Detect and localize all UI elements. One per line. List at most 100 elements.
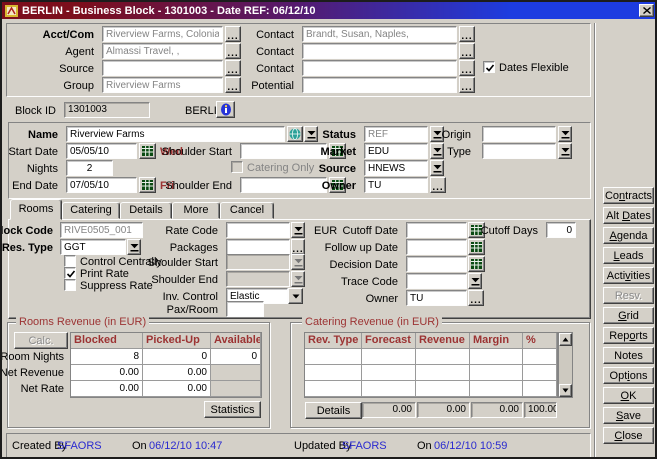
sidebar-button-activities[interactable]: Activities — [603, 267, 654, 284]
name-list-button[interactable] — [304, 126, 318, 142]
source2-field[interactable] — [364, 160, 428, 176]
source2-list-button[interactable] — [430, 160, 444, 176]
property-info-button[interactable] — [216, 101, 235, 118]
market-field[interactable] — [364, 143, 428, 159]
contact3-field[interactable] — [302, 60, 457, 76]
contact1-lookup-button[interactable]: ... — [459, 26, 475, 42]
details-button[interactable]: Details — [305, 402, 362, 419]
potential-field[interactable] — [302, 77, 457, 93]
chevron-down-icon — [292, 294, 300, 299]
shoulder-end-label: Shoulder End — [165, 180, 232, 192]
contact2-lookup-button[interactable]: ... — [459, 43, 475, 59]
res-type-field[interactable] — [60, 239, 126, 255]
shoulder-end-field[interactable] — [240, 177, 327, 193]
control-centrally-checkbox[interactable] — [64, 255, 76, 267]
sidebar-button-save[interactable]: Save — [603, 407, 654, 424]
owner-field[interactable] — [364, 177, 428, 193]
tab-shoulder-start-list-button — [291, 254, 305, 270]
agent-field[interactable] — [102, 43, 223, 59]
catering-table-scrollbar[interactable] — [558, 332, 573, 398]
cutoff-date-field[interactable] — [406, 222, 467, 238]
type-label: Type — [447, 146, 471, 158]
tab-owner-lookup-button[interactable]: ... — [468, 290, 484, 306]
name-field[interactable] — [66, 126, 285, 142]
trace-code-field[interactable] — [406, 273, 467, 289]
tab-rooms[interactable]: Rooms — [10, 199, 62, 220]
tab-cancel[interactable]: Cancel — [220, 202, 274, 219]
market-list-button[interactable] — [430, 143, 444, 159]
group-field[interactable] — [102, 77, 223, 93]
sidebar-button-altdates[interactable]: Alt Dates — [603, 207, 654, 224]
group-label: Group — [63, 80, 94, 92]
packages-lookup-button[interactable]: ... — [291, 239, 305, 255]
catering-revenue-column-header: Revenue — [416, 333, 470, 349]
pax-room-field[interactable] — [226, 301, 264, 317]
scroll-down-button[interactable] — [559, 384, 572, 397]
owner-lookup-button[interactable]: ... — [430, 177, 446, 193]
nights-field[interactable] — [66, 160, 113, 176]
sidebar-button-contracts[interactable]: Contracts — [603, 187, 654, 204]
statistics-button[interactable]: Statistics — [204, 401, 261, 418]
contact2-field[interactable] — [302, 43, 457, 59]
calendar-icon — [142, 146, 153, 156]
close-icon — [643, 7, 651, 14]
shoulder-start-field[interactable] — [240, 143, 327, 159]
source-lookup-button[interactable]: ... — [225, 60, 241, 76]
print-rate-checkbox[interactable] — [64, 267, 76, 279]
agent-lookup-button[interactable]: ... — [225, 43, 241, 59]
sidebar-button-close[interactable]: Close — [603, 427, 654, 444]
start-date-calendar-button[interactable] — [139, 143, 156, 159]
name-translate-button[interactable] — [287, 126, 303, 142]
source-field[interactable] — [102, 60, 223, 76]
res-type-list-button[interactable] — [127, 239, 141, 255]
close-window-button[interactable] — [639, 4, 654, 17]
source2-label: Source — [319, 163, 356, 175]
tab-owner-field[interactable] — [406, 290, 467, 306]
catering-revenue-total: 100.00 — [524, 402, 557, 418]
dates-flexible-checkbox[interactable] — [483, 61, 495, 73]
suppress-rate-checkbox[interactable] — [64, 279, 76, 291]
currency-label: EUR — [314, 225, 337, 237]
sidebar-button-reports[interactable]: Reports — [603, 327, 654, 344]
tab-details[interactable]: Details — [120, 202, 172, 219]
sidebar-button-leads[interactable]: Leads — [603, 247, 654, 264]
type-list-button[interactable] — [558, 143, 572, 159]
calc-button: Calc. — [14, 332, 68, 349]
type-field[interactable] — [482, 143, 556, 159]
acct-com-lookup-button[interactable]: ... — [225, 26, 241, 42]
rooms-revenue-cell: 0.00 — [71, 381, 143, 397]
potential-lookup-button[interactable]: ... — [459, 77, 475, 93]
tab-more[interactable]: More — [172, 202, 220, 219]
decision-date-calendar-button[interactable] — [468, 256, 485, 272]
start-date-field[interactable] — [66, 143, 137, 159]
sidebar-button-grid[interactable]: Grid — [603, 307, 654, 324]
owner-label: Owner — [322, 180, 356, 192]
sidebar-button-notes[interactable]: Notes — [603, 347, 654, 364]
trace-code-list-button[interactable] — [468, 273, 482, 289]
sidebar-button-options[interactable]: Options — [603, 367, 654, 384]
status-field[interactable] — [364, 126, 428, 142]
rooms-revenue-row-label: Net Revenue — [0, 367, 64, 379]
tab-shoulder-start-label: Shoulder Start — [148, 257, 218, 269]
sidebar-button-agenda[interactable]: Agenda — [603, 227, 654, 244]
follow-up-date-field[interactable] — [406, 239, 467, 255]
end-date-calendar-button[interactable] — [139, 177, 156, 193]
sidebar-button-ok[interactable]: OK — [603, 387, 654, 404]
follow-up-date-calendar-button[interactable] — [468, 239, 485, 255]
contact3-lookup-button[interactable]: ... — [459, 60, 475, 76]
cutoff-days-field[interactable] — [546, 222, 576, 238]
acct-com-field[interactable] — [102, 26, 223, 42]
contact1-field[interactable] — [302, 26, 457, 42]
origin-list-button[interactable] — [558, 126, 572, 142]
rate-code-list-button[interactable] — [291, 222, 305, 238]
decision-date-field[interactable] — [406, 256, 467, 272]
tab-catering[interactable]: Catering — [62, 202, 120, 219]
rate-code-field[interactable] — [226, 222, 290, 238]
block-code-field[interactable] — [60, 222, 143, 238]
packages-field[interactable] — [226, 239, 290, 255]
group-lookup-button[interactable]: ... — [225, 77, 241, 93]
end-date-field[interactable] — [66, 177, 137, 193]
inv-control-dropdown-button[interactable] — [288, 288, 303, 304]
scroll-up-button[interactable] — [559, 333, 572, 346]
origin-field[interactable] — [482, 126, 556, 142]
